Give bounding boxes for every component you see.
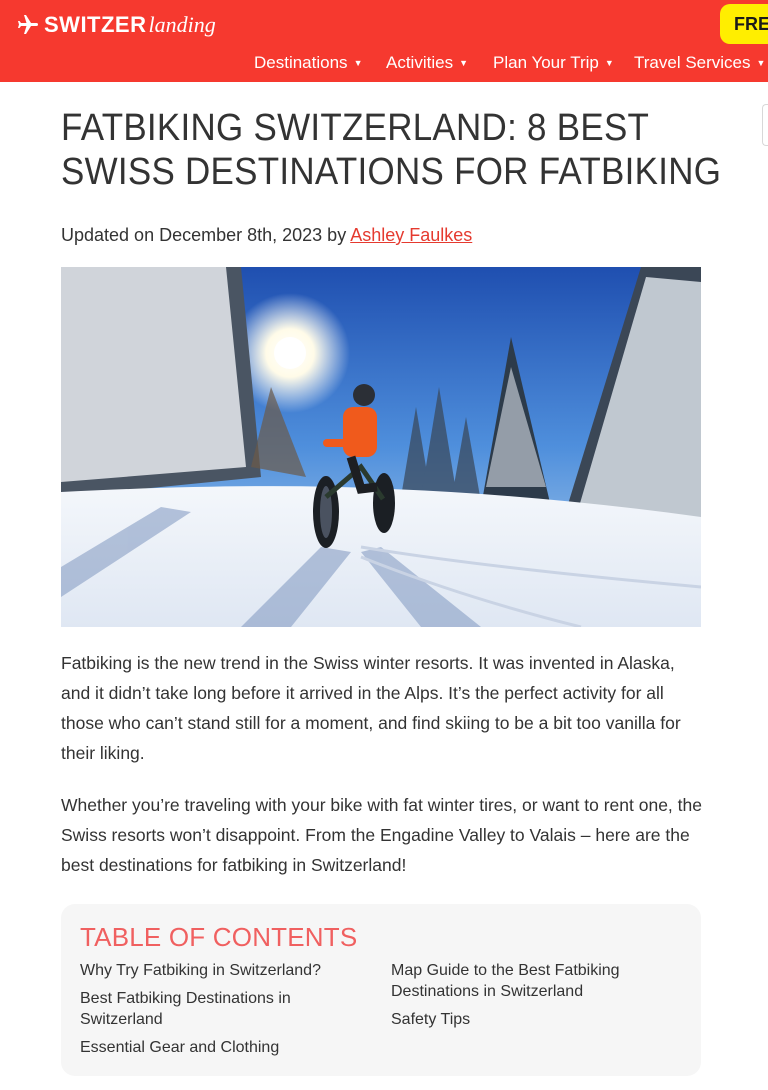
airplane-icon <box>18 15 38 34</box>
logo-text-script: landing <box>148 12 216 37</box>
nav-plan-your-trip[interactable]: Plan Your Trip ▼ <box>493 52 614 74</box>
site-header: SWITZER landing FRE Destinations ▼ Activi… <box>0 0 768 82</box>
toc-link-map-guide[interactable]: Map Guide to the Best Fatbiking Destinat… <box>391 960 641 1002</box>
nav-label: Plan Your Trip <box>493 53 599 72</box>
nav-label: Activities <box>386 53 454 72</box>
toc-link-safety[interactable]: Safety Tips <box>391 1009 651 1030</box>
byline-date: Updated on December 8th, 2023 by <box>61 225 347 245</box>
table-of-contents: TABLE OF CONTENTS Why Try Fatbiking in S… <box>61 904 701 1076</box>
hero-image-fatbike-snow <box>61 267 701 627</box>
toc-link-why-try[interactable]: Why Try Fatbiking in Switzerland? <box>80 960 340 981</box>
toc-link-gear[interactable]: Essential Gear and Clothing <box>80 1037 340 1058</box>
author-link[interactable]: Ashley Faulkes <box>350 225 472 245</box>
nav-destinations[interactable]: Destinations ▼ <box>254 52 362 74</box>
caret-down-icon: ▼ <box>756 58 766 68</box>
toc-title: TABLE OF CONTENTS <box>80 922 358 952</box>
nav-activities[interactable]: Activities ▼ <box>386 52 468 74</box>
caret-down-icon: ▼ <box>604 58 614 68</box>
site-logo[interactable]: SWITZER landing <box>16 10 216 40</box>
nav-label: Destinations <box>254 53 348 72</box>
caret-down-icon: ▼ <box>353 58 363 68</box>
byline: Updated on December 8th, 2023 by Ashley … <box>61 225 472 246</box>
intro-paragraph-2: Whether you’re traveling with your bike … <box>61 795 702 875</box>
intro-paragraph-1: Fatbiking is the new trend in the Swiss … <box>61 653 681 763</box>
caret-down-icon: ▼ <box>459 58 468 68</box>
side-panel-tab[interactable] <box>762 104 768 146</box>
toc-link-best-destinations[interactable]: Best Fatbiking Destinations in Switzerla… <box>80 988 320 1030</box>
nav-travel-services[interactable]: Travel Services ▼ <box>634 52 765 74</box>
page-title: FATBIKING SWITZERLAND: 8 BEST SWISS DEST… <box>61 107 722 193</box>
main-nav: Destinations ▼ Activities ▼ Plan Your Trip… <box>0 52 768 74</box>
logo-text-bold: SWITZER <box>44 12 147 37</box>
nav-label: Travel Services <box>634 53 751 72</box>
free-cta-button[interactable]: FRE <box>720 4 768 44</box>
